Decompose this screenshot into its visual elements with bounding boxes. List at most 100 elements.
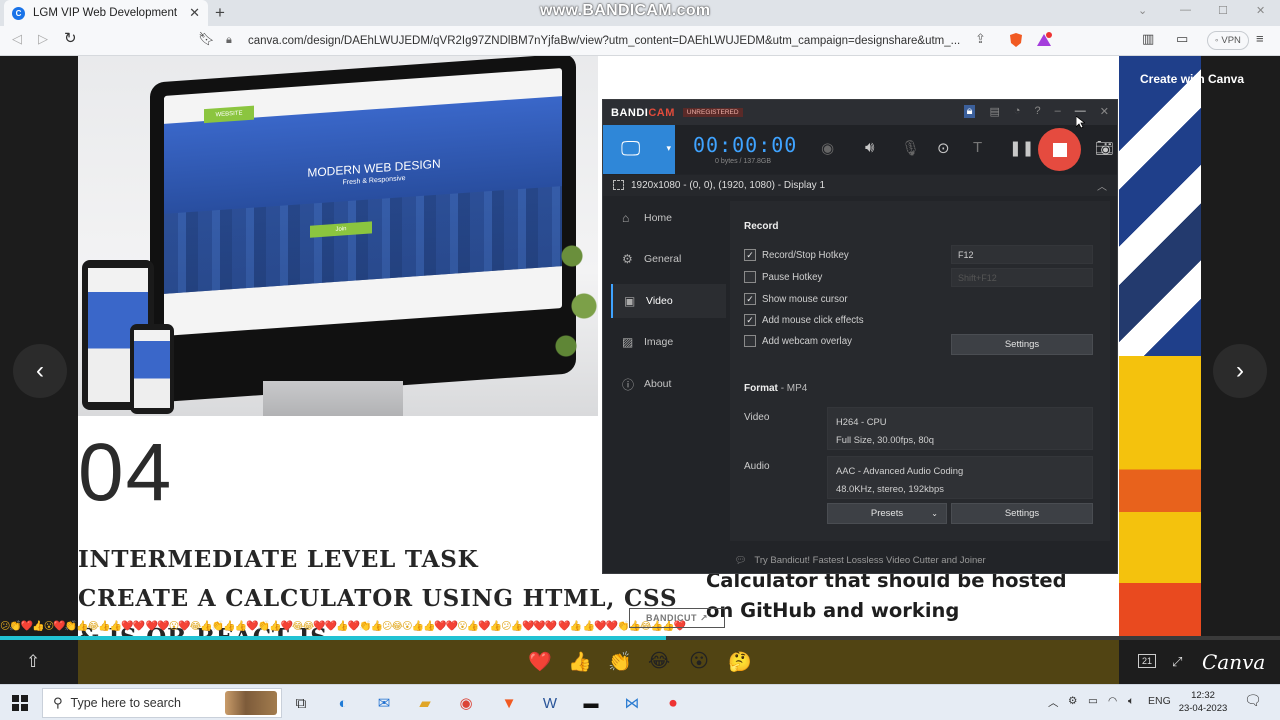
format-settings-button[interactable]: Settings (951, 503, 1093, 524)
battery-icon[interactable]: ▭ (1088, 695, 1098, 707)
brave-shield-icon[interactable] (1008, 32, 1024, 48)
browser-tab[interactable]: C LGM VIP Web Development ✕ (4, 0, 208, 26)
share-page-icon[interactable]: ⇪ (975, 31, 986, 47)
stop-recording-button[interactable] (1038, 128, 1081, 171)
chevron-down-icon[interactable]: ⌄ (1138, 4, 1147, 17)
notification-icon[interactable]: 🗨︎ (1244, 692, 1262, 709)
vscode-icon[interactable]: ⋈ (619, 690, 645, 716)
folder-icon[interactable]: ▤ (989, 105, 999, 118)
tray-app-icon[interactable]: ⚙ (1068, 695, 1077, 707)
pause-icon[interactable]: ❚❚ (1009, 139, 1034, 157)
bandicut-promo[interactable]: 💬︎ Try Bandicut! Fastest Lossless Video … (603, 546, 1117, 574)
thumbs-up-reaction-icon[interactable]: 👍 (568, 650, 592, 674)
help-icon[interactable]: ? (1035, 105, 1041, 118)
gear-icon: ⚙ (622, 252, 633, 266)
pause-hotkey-field[interactable]: Shift+F12 (951, 268, 1093, 287)
webcam-overlay-checkbox[interactable]: Add webcam overlay (744, 335, 852, 347)
mail-icon[interactable]: ✉ (371, 690, 397, 716)
system-clock[interactable]: 12:32 23-04-2023 (1176, 689, 1230, 715)
monitor-image: WEBSITE MODERN WEB DESIGN Fresh & Respon… (150, 56, 576, 403)
task-view-icon[interactable]: ⧉ (288, 690, 314, 716)
brave-browser-icon[interactable]: ▼ (496, 690, 522, 716)
sidebar-item-label: Image (644, 336, 674, 348)
show-mouse-cursor-checkbox[interactable]: ✓ Show mouse cursor (744, 293, 848, 305)
maximize-window-icon[interactable]: ☐ (1218, 4, 1228, 17)
close-tab-icon[interactable]: ✕ (189, 5, 200, 21)
sidebar-item-general[interactable]: ⚙ General (611, 242, 726, 276)
address-bar-row: ◁ ▷ ↻ 🔖︎ 🔒︎ canva.com/design/DAEhLWUJEDM… (0, 26, 1280, 56)
record-settings-button[interactable]: Settings (951, 334, 1093, 355)
sidebar-item-video[interactable]: ▣ Video (611, 284, 726, 318)
lock-icon[interactable]: 🔒︎ (963, 105, 976, 118)
page-counter[interactable]: 21 (1138, 654, 1157, 668)
vpn-button[interactable]: ◦ VPN (1207, 31, 1249, 50)
collapse-icon[interactable]: ︿ (1097, 178, 1107, 193)
brave-rewards-icon[interactable] (1036, 32, 1052, 48)
new-tab-button[interactable]: + (215, 3, 225, 23)
microphone-off-icon[interactable]: 🎙︎ (901, 139, 920, 157)
sidebar-item-about[interactable]: ⓘ About (611, 367, 726, 401)
bandicut-button[interactable]: BANDICUT ↗ (629, 608, 725, 628)
recording-timer: 00:00:00 (693, 133, 798, 157)
mouse-click-icon[interactable]: ⊙ (937, 139, 950, 157)
wifi-icon[interactable]: ◠ (1108, 695, 1117, 707)
previous-slide-button[interactable]: ‹ (13, 344, 67, 398)
forward-icon[interactable]: ▷ (38, 31, 48, 47)
language-indicator[interactable]: ENG (1148, 695, 1171, 707)
screen-mode-button[interactable]: 🖵︎ ▾ (603, 125, 675, 174)
capture-target[interactable]: 1920x1080 - (0, 0), (1920, 1080) - Displ… (603, 175, 1117, 196)
word-icon[interactable]: W (537, 690, 563, 716)
close-window-icon[interactable]: ✕ (1256, 4, 1265, 17)
dropdown-arrow-icon[interactable]: ▾ (666, 143, 671, 154)
presets-dropdown[interactable]: Presets ⌄ (827, 503, 947, 524)
text-overlay-icon[interactable]: T (973, 139, 982, 156)
pause-hotkey-checkbox[interactable]: Pause Hotkey (744, 271, 822, 283)
back-icon[interactable]: ◁ (12, 31, 22, 47)
laugh-reaction-icon[interactable]: 😂 (648, 650, 670, 674)
wallet-icon[interactable]: ▭ (1176, 31, 1188, 47)
bandicam-title-bar[interactable]: BANDICAM UNREGISTERED 🔒︎ ▤ ◔ ? – — ✕ (603, 100, 1117, 125)
windows-start-icon[interactable] (12, 695, 28, 711)
next-slide-button[interactable]: › (1213, 344, 1267, 398)
volume-icon[interactable]: 🔈︎ (1128, 695, 1134, 708)
taskbar-search[interactable]: ⚲ Type here to search (42, 688, 282, 718)
sidebar-toggle-icon[interactable]: ▥ (1142, 31, 1154, 47)
menu-icon[interactable]: ≡ (1256, 31, 1264, 46)
webcam-off-icon[interactable]: ◉ (821, 139, 834, 157)
create-with-canva-button[interactable]: Create with Canva (1140, 72, 1244, 86)
terminal-icon[interactable]: ▬ (578, 690, 604, 716)
checkbox-icon: ✓ (744, 314, 756, 326)
mouse-click-effects-checkbox[interactable]: ✓ Add mouse click effects (744, 314, 864, 326)
url-field[interactable]: 🔒︎ canva.com/design/DAEhLWUJEDM/qVR2Ig97… (226, 29, 996, 52)
search-highlight-image (225, 691, 277, 715)
bookmark-icon[interactable]: 🔖︎ (198, 31, 215, 47)
vpn-dot-icon: ◦ (1215, 35, 1219, 46)
screenshot-camera-icon[interactable]: 📷︎ (1095, 139, 1114, 157)
minimize-window-icon[interactable]: — (1180, 4, 1191, 16)
minimize-mini-icon[interactable]: – (1055, 105, 1061, 118)
sidebar-item-label: General (644, 253, 682, 265)
fullscreen-icon[interactable]: ⤢ (1172, 654, 1182, 670)
surprised-reaction-icon[interactable]: 😮 (688, 650, 710, 674)
sidebar-item-home[interactable]: ⌂ Home (611, 201, 726, 235)
heart-reaction-icon[interactable]: ❤️ (528, 650, 552, 674)
clap-reaction-icon[interactable]: 👏 (608, 650, 632, 674)
file-explorer-icon[interactable]: ▰ (412, 690, 438, 716)
sidebar-item-image[interactable]: ▨ Image (611, 325, 726, 359)
reload-icon[interactable]: ↻ (64, 29, 77, 47)
canva-logo[interactable]: Canva (1202, 650, 1265, 674)
tray-overflow-icon[interactable]: ︿ (1048, 695, 1059, 710)
edge-browser-icon[interactable]: ◐ (330, 690, 356, 716)
bandicam-watermark: www.BANDICAM.com (540, 2, 711, 19)
thinking-reaction-icon[interactable]: 🤔 (728, 650, 752, 674)
clock-icon[interactable]: ◔ (1014, 105, 1021, 118)
record-stop-hotkey-checkbox[interactable]: ✓ Record/Stop Hotkey (744, 249, 849, 261)
close-icon[interactable]: ✕ (1100, 105, 1109, 118)
speaker-icon[interactable]: 🔊︎ (865, 139, 874, 156)
record-hotkey-field[interactable]: F12 (951, 245, 1093, 264)
checkbox-label: Add mouse click effects (762, 314, 864, 326)
share-icon[interactable]: ⇧ (26, 652, 40, 672)
chrome-icon[interactable]: ◉ (453, 690, 479, 716)
audio-codec-info: AAC - Advanced Audio Coding 48.0KHz, ste… (827, 456, 1093, 499)
bandicam-taskbar-icon[interactable]: ⏺ (660, 690, 686, 716)
